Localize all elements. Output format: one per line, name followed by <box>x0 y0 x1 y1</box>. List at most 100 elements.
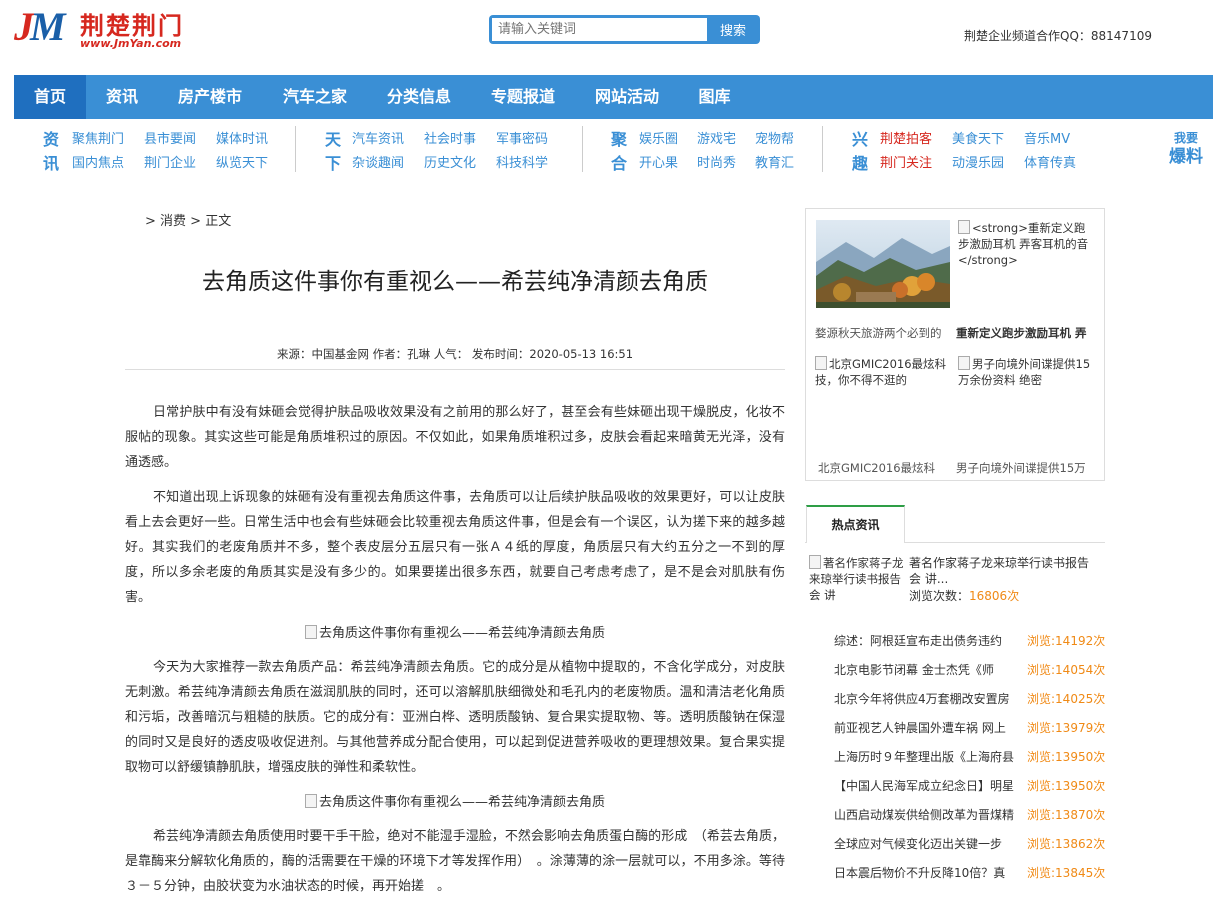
tab-hot-news[interactable]: 热点资讯 <box>806 505 905 543</box>
breadcrumb-category[interactable]: > 消费 <box>145 214 186 229</box>
logo-site-name: 荆楚荆门 <box>80 12 184 40</box>
photo-caption[interactable]: 男子向境外间谍提供15万 <box>956 460 1096 476</box>
breadcrumb: > 消费 > 正文 <box>145 210 231 229</box>
hot-news-views: 浏览:13845次 <box>1027 866 1106 880</box>
subnav-divider <box>295 126 296 172</box>
hot-featured-image-alt: 著名作家蒋子龙来琼举行读书报告会 讲 <box>809 556 904 602</box>
photo-caption[interactable]: 婺源秋天旅游两个必到的 <box>815 325 955 341</box>
subnav-link[interactable]: 国内焦点 <box>72 152 124 171</box>
nav-item-special-reports[interactable]: 专题报道 <box>477 75 569 119</box>
subnav-link[interactable]: 教育汇 <box>755 152 794 171</box>
qq-contact: 荆楚企业频道合作QQ：88147109 <box>964 29 1152 43</box>
photo-caption[interactable]: 北京GMIC2016最炫科 <box>818 460 958 476</box>
nav-item-news[interactable]: 资讯 <box>86 75 158 119</box>
subnav-link[interactable]: 动漫乐园 <box>952 152 1004 171</box>
baoliao-label-main: 爆料 <box>1169 147 1203 167</box>
hot-news-views: 浏览:13979次 <box>1027 721 1106 735</box>
subnav-divider <box>822 126 823 172</box>
logo-mark: JM <box>14 4 66 49</box>
baoliao-label-top: 我要 <box>1173 131 1198 145</box>
views-label: 浏览次数： <box>909 589 970 603</box>
nav-item-classifieds[interactable]: 分类信息 <box>373 75 465 119</box>
hot-news-title[interactable]: 综述：阿根廷宣布走出债务违约 <box>834 632 1014 649</box>
hot-news-title[interactable]: 【中国人民海军成立纪念日】明星 <box>834 777 1014 794</box>
baoliao-button[interactable]: 我要 爆料 <box>1166 130 1206 168</box>
hot-news-title[interactable]: 前亚视艺人钟晨国外遭车祸 网上 <box>834 719 1014 736</box>
article-paragraph: 希芸纯净清颜去角质使用时要干手干脸，绝对不能湿手湿脸，不然会影响去角质蛋白酶的形… <box>125 829 785 894</box>
photo-alt-text[interactable]: 北京GMIC2016最炫科技，你不得不逛的 <box>815 356 950 388</box>
subnav-link[interactable]: 聚焦荆门 <box>72 128 124 147</box>
article-image-alt: 去角质这件事你有重视么——希芸纯净清颜去角质 <box>318 626 605 641</box>
subnav-group-head: 资 <box>42 130 59 149</box>
hot-news-title[interactable]: 山西启动煤炭供给侧改革为晋煤精 <box>834 806 1014 823</box>
subnav-link[interactable]: 县市要闻 <box>144 128 196 147</box>
subnav-divider <box>582 126 583 172</box>
broken-image-icon <box>809 555 821 569</box>
broken-image-icon <box>958 356 970 370</box>
subnav-link[interactable]: 娱乐圈 <box>639 128 678 147</box>
nav-item-auto[interactable]: 汽车之家 <box>269 75 361 119</box>
nav-item-home[interactable]: 首页 <box>14 75 86 119</box>
breadcrumb-current[interactable]: > 正文 <box>190 214 231 229</box>
subnav-link[interactable]: 科技科学 <box>496 152 548 171</box>
hot-news-title[interactable]: 日本震后物价不升反降10倍？真 <box>834 864 1014 881</box>
subnav-link[interactable]: 荆门企业 <box>144 152 196 171</box>
photo-alt-label: <strong>重新定义跑步激励耳机 弄客耳机的音</strong> <box>958 221 1089 267</box>
autumn-landscape-photo[interactable] <box>816 220 950 308</box>
hot-news-title[interactable]: 全球应对气候变化迈出关键一步 <box>834 835 1014 852</box>
subnav-link[interactable]: 体育传真 <box>1024 152 1076 171</box>
hot-news-views: 浏览:13950次 <box>1027 779 1106 793</box>
photo-caption[interactable]: 重新定义跑步激励耳机 弄 <box>956 325 1096 341</box>
subnav-link[interactable]: 杂谈趣闻 <box>352 152 404 171</box>
broken-image-icon <box>958 220 970 234</box>
hot-news-views: 浏览:14025次 <box>1027 692 1106 706</box>
photo-alt-text[interactable]: 男子向境外间谍提供15万余份资料 绝密 <box>958 356 1093 388</box>
subnav-link[interactable]: 荆门关注 <box>880 152 932 171</box>
hot-featured-title[interactable]: 著名作家蒋子龙来琼举行读书报告会 讲... <box>909 555 1099 587</box>
views-count: 16806次 <box>969 589 1020 603</box>
subnav-group-head: 下 <box>324 154 341 173</box>
title-divider <box>125 369 785 370</box>
subnav-link[interactable]: 美食天下 <box>952 128 1004 147</box>
article-title: 去角质这件事你有重视么——希芸纯净清颜去角质 <box>202 269 708 295</box>
subnav-link[interactable]: 纵览天下 <box>216 152 268 171</box>
hot-news-views: 浏览:13870次 <box>1027 808 1106 822</box>
subnav-link[interactable]: 历史文化 <box>424 152 476 171</box>
subnav-group-head: 合 <box>610 154 627 173</box>
hot-featured-image[interactable]: 著名作家蒋子龙来琼举行读书报告会 讲 <box>809 555 904 603</box>
search-input[interactable] <box>492 18 707 41</box>
subnav-group-head: 兴 <box>851 130 868 149</box>
search-button[interactable]: 搜索 <box>708 17 758 42</box>
nav-item-real-estate[interactable]: 房产楼市 <box>164 75 256 119</box>
nav-item-gallery[interactable]: 图库 <box>686 75 743 119</box>
subnav-link[interactable]: 媒体时讯 <box>216 128 268 147</box>
subnav-link[interactable]: 游戏宅 <box>697 128 736 147</box>
subnav-link[interactable]: 汽车资讯 <box>352 128 404 147</box>
hot-news-title[interactable]: 北京今年将供应4万套棚改安置房 <box>834 690 1014 707</box>
main-nav: 首页 资讯 房产楼市 汽车之家 分类信息 专题报道 网站活动 图库 <box>14 75 1213 119</box>
hot-news-views: 浏览:13950次 <box>1027 750 1106 764</box>
photo-alt-text[interactable]: <strong>重新定义跑步激励耳机 弄客耳机的音</strong> <box>958 220 1093 268</box>
subnav-link[interactable]: 荆楚拍客 <box>880 128 932 147</box>
broken-image-icon <box>304 625 317 639</box>
subnav-group-head: 讯 <box>42 154 59 173</box>
hot-news-title[interactable]: 上海历时９年整理出版《上海府县 <box>834 748 1014 765</box>
subnav-link[interactable]: 宠物帮 <box>755 128 794 147</box>
subnav-link[interactable]: 时尚秀 <box>697 152 736 171</box>
subnav-link[interactable]: 开心果 <box>639 152 678 171</box>
hot-featured-views: 浏览次数：16806次 <box>909 587 1019 604</box>
article-image: 去角质这件事你有重视么——希芸纯净清颜去角质 <box>125 791 785 810</box>
subnav-link[interactable]: 社会时事 <box>424 128 476 147</box>
hot-news-title[interactable]: 北京电影节闭幕 金士杰凭《师 <box>834 661 1014 678</box>
article-image-alt: 去角质这件事你有重视么——希芸纯净清颜去角质 <box>318 795 605 810</box>
subnav-link[interactable]: 音乐MV <box>1024 128 1070 147</box>
nav-item-events[interactable]: 网站活动 <box>581 75 673 119</box>
subnav-link[interactable]: 军事密码 <box>496 128 548 147</box>
subnav-group-head: 趣 <box>851 154 868 173</box>
subnav-group-head: 天 <box>324 130 341 149</box>
article-paragraph: 今天为大家推荐一款去角质产品：希芸纯净清颜去角质。它的成分是从植物中提取的，不含… <box>125 660 785 775</box>
hot-news-views: 浏览:14192次 <box>1027 634 1106 648</box>
broken-image-icon <box>304 794 317 808</box>
site-logo[interactable]: JM 荆楚荆门 www.JmYan.com <box>14 4 189 52</box>
article-paragraph: 日常护肤中有没有妹砸会觉得护肤品吸收效果没有之前用的那么好了，甚至会有些妹砸出现… <box>125 405 785 470</box>
